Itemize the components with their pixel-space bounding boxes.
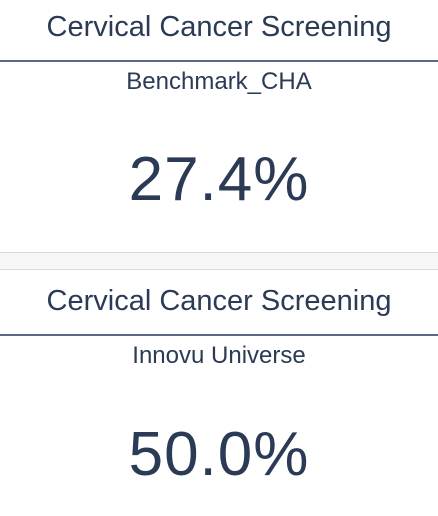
tile-title: Cervical Cancer Screening (46, 11, 392, 43)
title-divider (0, 334, 438, 336)
innovu-universe-tile[interactable]: Cervical Cancer Screening Innovu Univers… (0, 270, 438, 516)
separator-line-top (0, 252, 438, 253)
metric-value: 27.4% (128, 145, 310, 214)
metric-value: 50.0% (128, 420, 310, 489)
tile-title: Cervical Cancer Screening (46, 285, 392, 317)
tile-subtitle: Innovu Universe (132, 342, 306, 369)
tile-separator (0, 252, 438, 270)
title-divider (0, 60, 438, 62)
benchmark-cha-tile[interactable]: Cervical Cancer Screening Benchmark_CHA … (0, 0, 438, 252)
tile-subtitle: Benchmark_CHA (126, 68, 312, 95)
